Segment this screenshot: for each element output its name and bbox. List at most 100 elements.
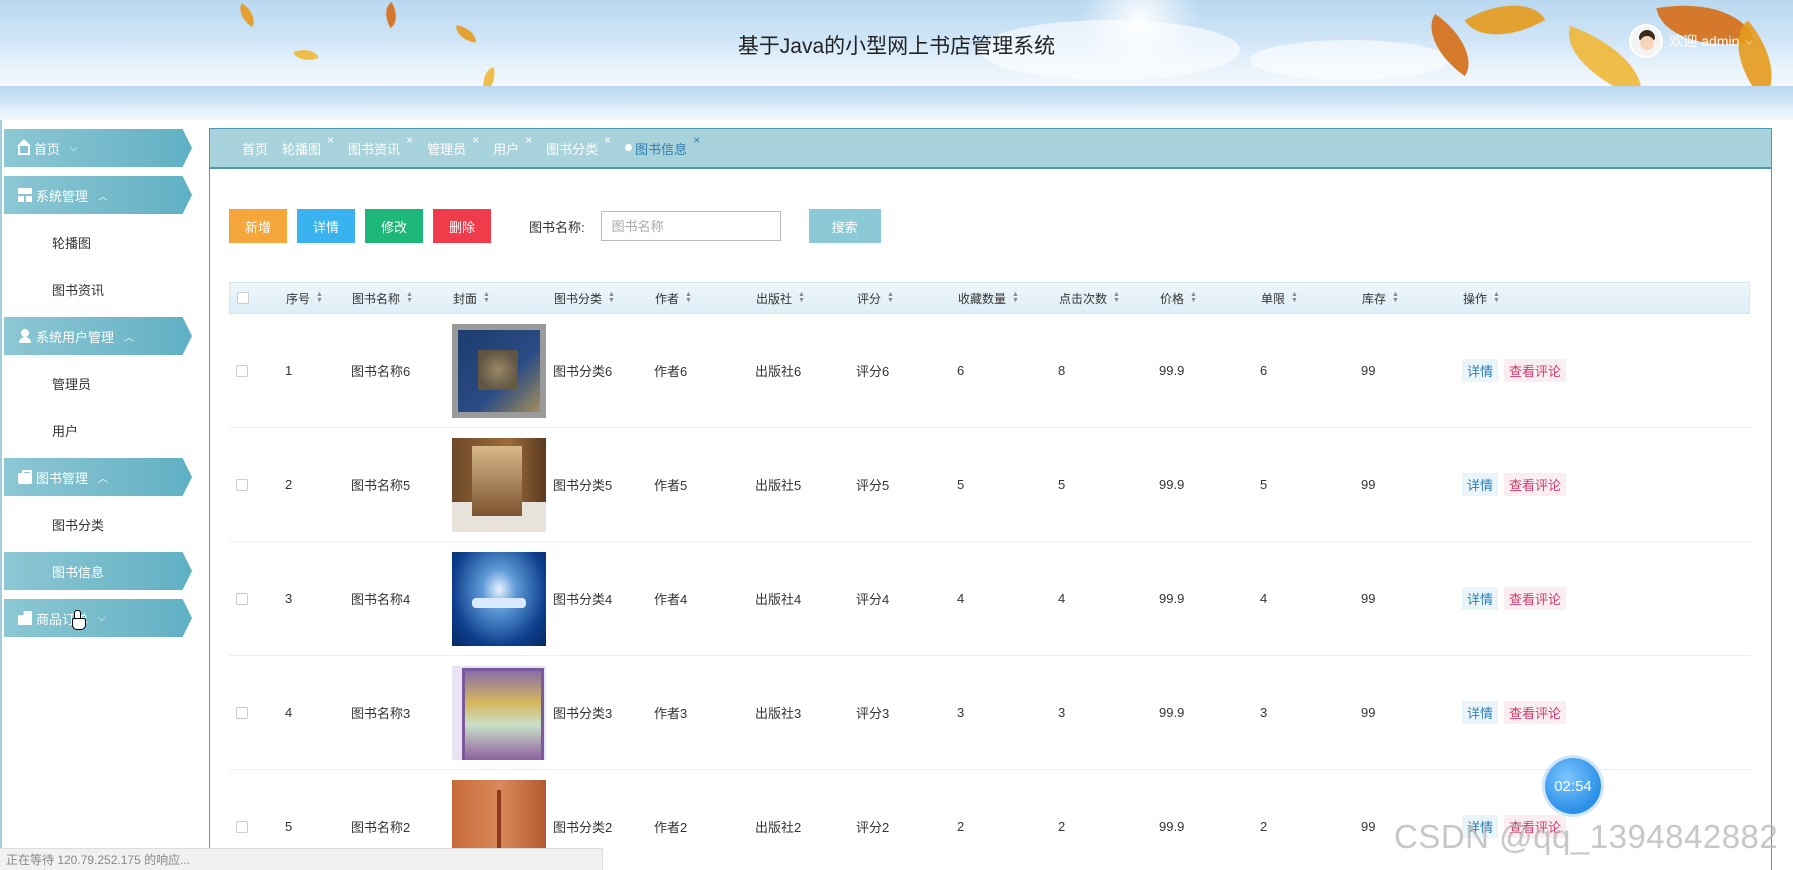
sidebar-item-admin[interactable]: 管理员 bbox=[52, 374, 91, 393]
tab-carousel[interactable]: 轮播图 × bbox=[282, 133, 334, 158]
cell-stock: 99 bbox=[1361, 705, 1376, 720]
search-input[interactable] bbox=[600, 211, 781, 241]
column-header[interactable]: 序号 ▲ ▼ bbox=[286, 290, 352, 307]
cell-publisher: 出版社3 bbox=[755, 706, 802, 721]
user-icon bbox=[18, 329, 32, 343]
book-cover-image bbox=[452, 551, 546, 646]
tab-label: 用户 bbox=[493, 141, 520, 157]
home-icon bbox=[17, 139, 31, 155]
row-detail-link[interactable]: 详情 bbox=[1462, 359, 1499, 382]
cell-actions: 详情 查看评论 bbox=[1462, 587, 1612, 610]
close-icon[interactable]: × bbox=[472, 133, 479, 147]
row-checkbox[interactable] bbox=[236, 706, 248, 719]
row-detail-link[interactable]: 详情 bbox=[1462, 473, 1499, 496]
cell-publisher: 出版社5 bbox=[755, 478, 802, 493]
select-all-checkbox[interactable] bbox=[237, 292, 249, 304]
column-header[interactable]: 评分 ▲ ▼ bbox=[857, 290, 958, 307]
column-header[interactable]: 作者 ▲ ▼ bbox=[655, 290, 756, 307]
tab-category[interactable]: 图书分类 × bbox=[546, 133, 611, 158]
timer-badge[interactable]: 02:54 bbox=[1545, 758, 1601, 814]
close-icon[interactable]: × bbox=[693, 133, 700, 147]
row-select-cell bbox=[229, 364, 285, 377]
column-header[interactable]: 出版社 ▲ ▼ bbox=[756, 290, 857, 307]
app-header: 基于Java的小型网上书店管理系统 欢迎 admin ⌵ bbox=[0, 0, 1793, 86]
close-icon[interactable]: × bbox=[327, 133, 334, 147]
select-all-cell bbox=[230, 292, 286, 304]
cell-fav: 2 bbox=[957, 819, 965, 834]
sidebar-item-home[interactable]: 首页 ⌵ bbox=[4, 129, 192, 167]
sidebar-item-user[interactable]: 用户 bbox=[52, 421, 78, 440]
row-detail-link[interactable]: 详情 bbox=[1462, 701, 1499, 724]
close-icon[interactable]: × bbox=[604, 133, 611, 147]
cell-no: 3 bbox=[285, 591, 293, 606]
add-button[interactable]: 新增 bbox=[229, 209, 287, 243]
tab-admin[interactable]: 管理员 × bbox=[427, 133, 479, 158]
row-comment-link[interactable]: 查看评论 bbox=[1504, 701, 1567, 724]
sidebar-item-orders[interactable]: 商品订单 ⌵ bbox=[4, 599, 192, 637]
active-dot-icon bbox=[625, 143, 633, 151]
tab-label: 图书信息 bbox=[635, 141, 688, 157]
table-row[interactable]: 4 图书名称3 图书分类3 作者3 出版社3 评分3 3 3 99.9 3 99… bbox=[229, 656, 1750, 770]
table-row[interactable]: 2 图书名称5 图书分类5 作者5 出版社5 评分5 5 5 99.9 5 99… bbox=[229, 428, 1750, 542]
sidebar-item-book-info[interactable]: 图书信息 bbox=[4, 552, 192, 590]
cell-author: 作者2 bbox=[654, 820, 688, 835]
cell-category: 图书分类5 bbox=[553, 478, 613, 493]
table-row[interactable]: 3 图书名称4 图书分类4 作者4 出版社4 评分4 4 4 99.9 4 99… bbox=[229, 542, 1750, 656]
cell-name: 图书名称3 bbox=[351, 706, 411, 721]
row-comment-link[interactable]: 查看评论 bbox=[1504, 473, 1567, 496]
row-checkbox[interactable] bbox=[236, 364, 248, 377]
sort-icon: ▲ ▼ bbox=[1190, 291, 1197, 304]
column-header[interactable]: 单限 ▲ ▼ bbox=[1261, 290, 1362, 307]
column-label: 作者 bbox=[655, 291, 680, 306]
chevron-up-icon: ︿ bbox=[124, 332, 135, 344]
search-button[interactable]: 搜索 bbox=[808, 209, 881, 243]
row-comment-link[interactable]: 查看评论 bbox=[1504, 587, 1567, 610]
tab-home[interactable]: 首页 bbox=[242, 139, 268, 158]
column-label: 封面 bbox=[453, 291, 478, 306]
cell-stock: 99 bbox=[1361, 477, 1376, 492]
table-row[interactable]: 1 图书名称6 图书分类6 作者6 出版社6 评分6 6 8 99.9 6 99… bbox=[229, 314, 1750, 428]
cell-score: 评分3 bbox=[856, 706, 890, 721]
sort-icon: ▲ ▼ bbox=[1392, 291, 1399, 304]
cell-price: 99.9 bbox=[1159, 705, 1185, 720]
leaf-decoration bbox=[480, 66, 498, 86]
tab-news[interactable]: 图书资讯 × bbox=[348, 133, 413, 158]
tab-label: 图书资讯 bbox=[348, 141, 401, 157]
sidebar-item-label: 系统用户管理 bbox=[36, 329, 115, 345]
row-checkbox[interactable] bbox=[236, 592, 248, 605]
detail-button[interactable]: 详情 bbox=[297, 209, 355, 243]
column-header[interactable]: 库存 ▲ ▼ bbox=[1362, 290, 1463, 307]
close-icon[interactable]: × bbox=[525, 133, 532, 147]
book-cover-image bbox=[452, 437, 546, 532]
column-header[interactable]: 操作 ▲ ▼ bbox=[1463, 290, 1613, 307]
sidebar-item-users[interactable]: 系统用户管理 ︿ bbox=[4, 317, 192, 355]
sidebar-item-carousel[interactable]: 轮播图 bbox=[52, 233, 91, 252]
column-header[interactable]: 图书分类 ▲ ▼ bbox=[554, 290, 655, 307]
row-detail-link[interactable]: 详情 bbox=[1462, 587, 1499, 610]
sidebar-item-books[interactable]: 图书管理 ︿ bbox=[4, 458, 192, 496]
cell-clicks: 3 bbox=[1058, 705, 1066, 720]
column-label: 价格 bbox=[1160, 291, 1185, 306]
sidebar-item-category[interactable]: 图书分类 bbox=[52, 515, 104, 534]
tab-book-info[interactable]: 图书信息 × bbox=[625, 133, 700, 158]
column-label: 操作 bbox=[1463, 291, 1488, 306]
row-comment-link[interactable]: 查看评论 bbox=[1504, 359, 1567, 382]
column-header[interactable]: 图书名称 ▲ ▼ bbox=[352, 290, 453, 307]
column-header[interactable]: 价格 ▲ ▼ bbox=[1160, 290, 1261, 307]
row-checkbox[interactable] bbox=[236, 820, 248, 833]
cell-cover bbox=[452, 551, 553, 646]
column-header[interactable]: 收藏数量 ▲ ▼ bbox=[958, 290, 1059, 307]
close-icon[interactable]: × bbox=[406, 133, 413, 147]
user-menu[interactable]: 欢迎 admin ⌵ bbox=[1629, 24, 1753, 58]
column-header[interactable]: 点击次数 ▲ ▼ bbox=[1059, 290, 1160, 307]
tab-user[interactable]: 用户 × bbox=[493, 133, 532, 158]
sidebar-item-news[interactable]: 图书资讯 bbox=[52, 280, 104, 299]
cell-actions: 详情 查看评论 bbox=[1462, 701, 1612, 724]
column-header[interactable]: 封面 ▲ ▼ bbox=[453, 290, 554, 307]
sidebar-item-system[interactable]: 系统管理 ︿ bbox=[4, 176, 192, 214]
edit-button[interactable]: 修改 bbox=[365, 209, 423, 243]
cell-category: 图书分类4 bbox=[553, 592, 613, 607]
delete-button[interactable]: 删除 bbox=[433, 209, 491, 243]
row-checkbox[interactable] bbox=[236, 478, 248, 491]
header-strip bbox=[0, 86, 1793, 120]
